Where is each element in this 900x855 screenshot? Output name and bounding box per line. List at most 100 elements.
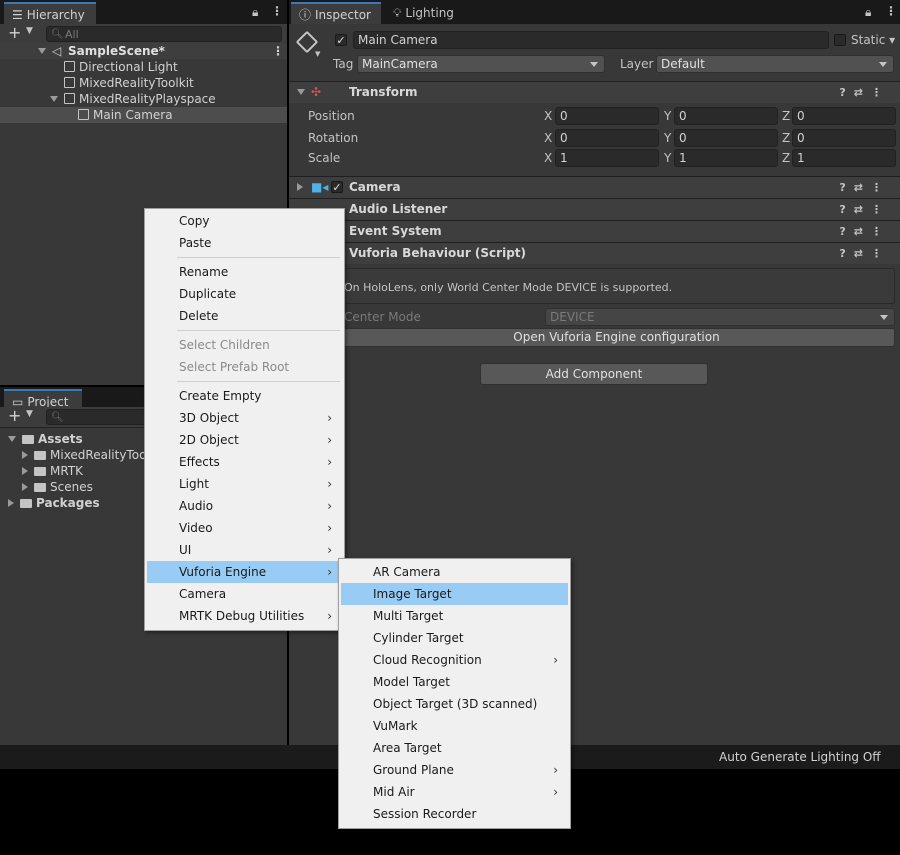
- menu-item-mrtk-debug-utilities[interactable]: MRTK Debug Utilities ›: [147, 605, 342, 627]
- menu-separator: [177, 381, 340, 382]
- component-header-icons[interactable]: ?⇄⋮: [839, 82, 890, 103]
- menu-item-camera[interactable]: Camera: [147, 583, 342, 605]
- menu-item-create-empty[interactable]: Create Empty: [147, 385, 342, 407]
- add-icon[interactable]: +: [8, 406, 21, 425]
- menu-item-ui[interactable]: UI ›: [147, 539, 342, 561]
- component-header-icons[interactable]: ?⇄⋮: [839, 177, 890, 198]
- project-search-input[interactable]: 🔍︎: [46, 409, 156, 425]
- asset-folder[interactable]: Scenes: [22, 479, 93, 495]
- menu-item-rename[interactable]: Rename: [147, 261, 342, 283]
- expand-arrow-icon[interactable]: [22, 483, 28, 491]
- submenu-item-image-target[interactable]: Image Target: [341, 583, 568, 605]
- submenu-item-ar-camera[interactable]: AR Camera: [341, 561, 568, 583]
- submenu-item-vumark[interactable]: VuMark: [341, 715, 568, 737]
- open-vuforia-config-button[interactable]: Open Vuforia Engine configuration: [338, 328, 895, 347]
- submenu-item-session-recorder[interactable]: Session Recorder: [341, 803, 568, 825]
- camera-component-header[interactable]: ■◂ ✓ Camera ?⇄⋮: [289, 176, 900, 198]
- scene-row[interactable]: ◁ SampleScene* ⋮: [0, 43, 287, 59]
- submenu-item-cylinder-target[interactable]: Cylinder Target: [341, 627, 568, 649]
- chevron-down-icon[interactable]: ▼: [26, 409, 33, 419]
- component-header-icons[interactable]: ?⇄⋮: [839, 243, 890, 264]
- add-component-button[interactable]: Add Component: [480, 363, 708, 385]
- menu-item-2d-object[interactable]: 2D Object ›: [147, 429, 342, 451]
- transform-header[interactable]: ✣ Transform ?⇄⋮: [289, 81, 900, 103]
- hierarchy-item[interactable]: Directional Light: [64, 59, 178, 75]
- scale-x-input[interactable]: 1: [555, 149, 659, 167]
- hierarchy-item[interactable]: MixedRealityPlayspace: [50, 91, 216, 107]
- rotation-x-input[interactable]: 0: [555, 129, 659, 147]
- more-options-icon[interactable]: ⋮: [885, 4, 897, 18]
- position-y-input[interactable]: 0: [674, 107, 778, 125]
- static-dropdown[interactable]: Static ▾: [851, 33, 895, 47]
- axis-z-label: Z: [782, 131, 791, 145]
- submenu-item-mid-air[interactable]: Mid Air ›: [341, 781, 568, 803]
- submenu-item-model-target[interactable]: Model Target: [341, 671, 568, 693]
- audio-listener-header[interactable]: Audio Listener ?⇄⋮: [289, 198, 900, 220]
- tab-lighting[interactable]: 💡︎ Lighting: [385, 2, 462, 24]
- foldout-arrow-icon[interactable]: [297, 177, 309, 198]
- tab-hierarchy[interactable]: ☰ Hierarchy: [4, 2, 96, 24]
- assets-folder[interactable]: Assets: [8, 431, 83, 447]
- chevron-down-icon[interactable]: ▼: [26, 26, 33, 36]
- menu-item-effects[interactable]: Effects ›: [147, 451, 342, 473]
- more-options-icon[interactable]: ⋮: [271, 4, 283, 18]
- expand-arrow-icon[interactable]: [50, 96, 58, 102]
- submenu-item-cloud-recognition[interactable]: Cloud Recognition ›: [341, 649, 568, 671]
- menu-item-video[interactable]: Video ›: [147, 517, 342, 539]
- axis-x-label: X: [544, 109, 553, 123]
- hierarchy-search-input[interactable]: 🔍︎ All: [46, 26, 282, 42]
- layer-dropdown[interactable]: Default: [656, 55, 894, 73]
- component-header-icons[interactable]: ?⇄⋮: [839, 221, 890, 242]
- menu-item-paste[interactable]: Paste: [147, 232, 342, 254]
- menu-item-audio[interactable]: Audio ›: [147, 495, 342, 517]
- chevron-down-icon[interactable]: ▼: [315, 50, 320, 58]
- position-z-input[interactable]: 0: [792, 107, 896, 125]
- scale-z-input[interactable]: 1: [792, 149, 896, 167]
- tab-inspector[interactable]: ⓘ Inspector: [291, 2, 381, 24]
- component-header-icons[interactable]: ?⇄⋮: [839, 199, 890, 220]
- camera-enabled-checkbox[interactable]: ✓: [331, 181, 343, 193]
- menu-item-duplicate[interactable]: Duplicate: [147, 283, 342, 305]
- event-system-header[interactable]: Event System ?⇄⋮: [289, 220, 900, 242]
- expand-arrow-icon[interactable]: [22, 467, 28, 475]
- scale-y-input[interactable]: 1: [674, 149, 778, 167]
- rotation-y-input[interactable]: 0: [674, 129, 778, 147]
- submenu-item-multi-target[interactable]: Multi Target: [341, 605, 568, 627]
- foldout-arrow-icon[interactable]: [297, 82, 311, 103]
- expand-arrow-icon[interactable]: [8, 436, 16, 442]
- axis-x-label: X: [544, 151, 553, 165]
- gameobject-icon: [64, 61, 75, 72]
- camera-title: Camera: [349, 180, 401, 194]
- hierarchy-item-selected[interactable]: Main Camera: [0, 107, 287, 123]
- submenu-arrow-icon: ›: [327, 499, 332, 513]
- hierarchy-item[interactable]: MixedRealityToolkit: [64, 75, 194, 91]
- expand-arrow-icon[interactable]: [8, 499, 14, 507]
- menu-item-light[interactable]: Light ›: [147, 473, 342, 495]
- menu-item-3d-object[interactable]: 3D Object ›: [147, 407, 342, 429]
- submenu-item-area-target[interactable]: Area Target: [341, 737, 568, 759]
- submenu-item-ground-plane[interactable]: Ground Plane ›: [341, 759, 568, 781]
- menu-item-copy[interactable]: Copy: [147, 210, 342, 232]
- menu-item-delete[interactable]: Delete: [147, 305, 342, 327]
- static-checkbox[interactable]: [834, 34, 846, 46]
- add-icon[interactable]: +: [8, 23, 21, 42]
- vuforia-behaviour-header[interactable]: Vuforia Behaviour (Script) ?⇄⋮: [289, 242, 900, 264]
- submenu-arrow-icon: ›: [327, 433, 332, 447]
- object-name-input[interactable]: Main Camera: [353, 31, 829, 49]
- menu-item-vuforia-engine[interactable]: Vuforia Engine ›: [147, 561, 342, 583]
- axis-y-label: Y: [664, 131, 672, 145]
- packages-folder[interactable]: Packages: [8, 495, 100, 511]
- asset-folder[interactable]: MRTK: [22, 463, 83, 479]
- expand-arrow-icon[interactable]: [22, 451, 28, 459]
- active-checkbox[interactable]: ✓: [335, 34, 347, 46]
- rotation-z-input[interactable]: 0: [792, 129, 896, 147]
- lock-icon[interactable]: 🔒︎: [865, 5, 871, 20]
- lock-icon[interactable]: 🔒︎: [252, 5, 258, 20]
- position-x-input[interactable]: 0: [555, 107, 659, 125]
- scene-more-icon[interactable]: ⋮: [272, 43, 284, 59]
- tag-dropdown[interactable]: MainCamera: [357, 55, 605, 73]
- submenu-item-object-target[interactable]: Object Target (3D scanned): [341, 693, 568, 715]
- expand-arrow-icon[interactable]: [38, 43, 52, 59]
- menu-item-select-prefab-root: Select Prefab Root: [179, 360, 290, 374]
- axis-z-label: Z: [782, 109, 791, 123]
